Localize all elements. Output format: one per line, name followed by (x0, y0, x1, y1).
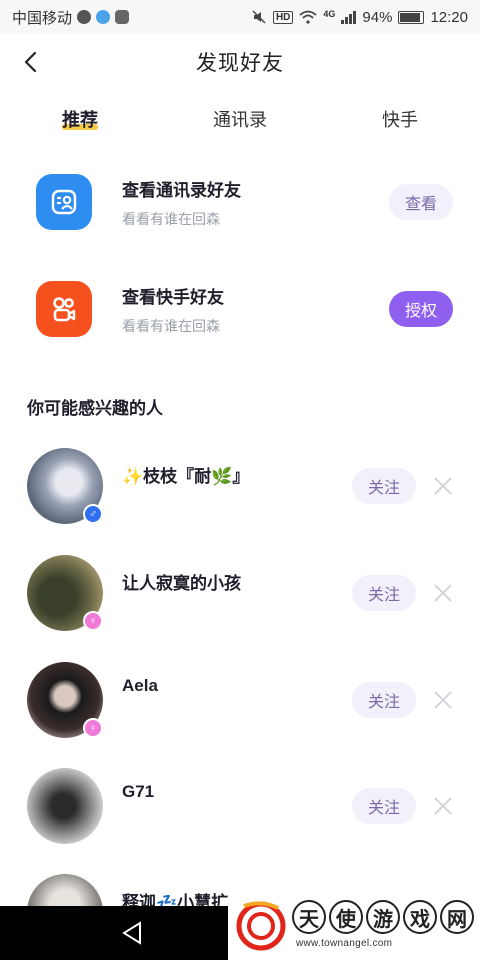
wifi-icon (299, 10, 317, 24)
follow-button[interactable]: 关注 (352, 788, 416, 824)
mute-icon (252, 10, 266, 24)
nav-back-icon[interactable] (120, 920, 146, 946)
battery-percent: 94% (362, 8, 393, 26)
page-title: 发现好友 (196, 52, 284, 75)
close-icon[interactable] (432, 689, 454, 711)
tab-recommended[interactable]: 推荐 (0, 98, 160, 144)
user-name[interactable]: Aela (122, 676, 158, 696)
close-icon[interactable] (432, 795, 454, 817)
header: 发现好友 (0, 34, 480, 90)
kuaishou-friends-subtitle: 看看有谁在回森 (122, 317, 220, 334)
user-name[interactable]: ✨枝枝『耐🌿』 (122, 462, 249, 487)
follow-button[interactable]: 关注 (352, 682, 416, 718)
list-item[interactable]: ♀ Aela 关注 (0, 662, 480, 752)
hd-badge: HD (272, 10, 294, 24)
contacts-friends-subtitle: 看看有谁在回森 (122, 210, 220, 227)
watermark-char: 游 (366, 900, 400, 934)
clock: 12:20 (430, 8, 468, 26)
watermark-char: 使 (329, 900, 363, 934)
back-arrow-icon[interactable] (18, 48, 46, 76)
wechat-icon (115, 10, 130, 24)
follow-button[interactable]: 关注 (352, 575, 416, 611)
kuaishou-friends-row[interactable]: 查看快手好友 看看有谁在回森 授权 (0, 269, 480, 349)
tab-kuaishou[interactable]: 快手 (320, 98, 480, 144)
weibo-icon (96, 10, 111, 24)
tab-label: 快手 (382, 110, 418, 130)
watermark-char: 网 (440, 900, 474, 934)
avatar[interactable] (27, 768, 103, 844)
kuaishou-friends-title: 查看快手好友 (122, 287, 224, 307)
view-contacts-button[interactable]: 查看 (389, 184, 453, 220)
contacts-icon (36, 174, 92, 230)
contacts-friends-row[interactable]: 查看通讯录好友 看看有谁在回森 查看 (0, 162, 480, 242)
tab-contacts[interactable]: 通讯录 (160, 98, 320, 144)
signal-icon (341, 10, 357, 24)
network-type: 4G (323, 8, 336, 19)
female-gender-icon: ♀ (83, 611, 103, 631)
watermark-logo-icon (236, 901, 286, 951)
watermark-char: 戏 (403, 900, 437, 934)
status-bar: 中国移动 HD 4G 94% 12:20 (0, 0, 480, 34)
kuaishou-icon (36, 281, 92, 337)
watermark-text: 天 使 游 戏 网 (292, 900, 474, 934)
list-item[interactable]: ♀ 让人寂寞的小孩 关注 (0, 555, 480, 645)
battery-icon (398, 10, 425, 24)
watermark: 天 使 游 戏 网 www.townangel.com (228, 892, 480, 960)
tab-label: 推荐 (62, 110, 98, 130)
male-gender-icon: ♂ (83, 504, 103, 524)
list-item[interactable]: G71 关注 (0, 768, 480, 858)
list-item[interactable]: ♂ ✨枝枝『耐🌿』 关注 (0, 448, 480, 538)
close-icon[interactable] (432, 475, 454, 497)
tab-label: 通讯录 (213, 110, 267, 130)
watermark-char: 天 (292, 900, 326, 934)
female-gender-icon: ♀ (83, 718, 103, 738)
carrier-label: 中国移动 (12, 9, 73, 27)
user-name[interactable]: 让人寂寞的小孩 (122, 569, 241, 594)
contacts-friends-title: 查看通讯录好友 (122, 180, 241, 200)
authorize-kuaishou-button[interactable]: 授权 (389, 291, 453, 327)
message-icon (77, 10, 92, 24)
follow-button[interactable]: 关注 (352, 468, 416, 504)
watermark-url: www.townangel.com (296, 938, 393, 949)
user-name[interactable]: G71 (122, 782, 154, 802)
close-icon[interactable] (432, 582, 454, 604)
suggested-users-heading: 你可能感兴趣的人 (27, 399, 163, 418)
tab-bar: 推荐 通讯录 快手 (0, 98, 480, 144)
